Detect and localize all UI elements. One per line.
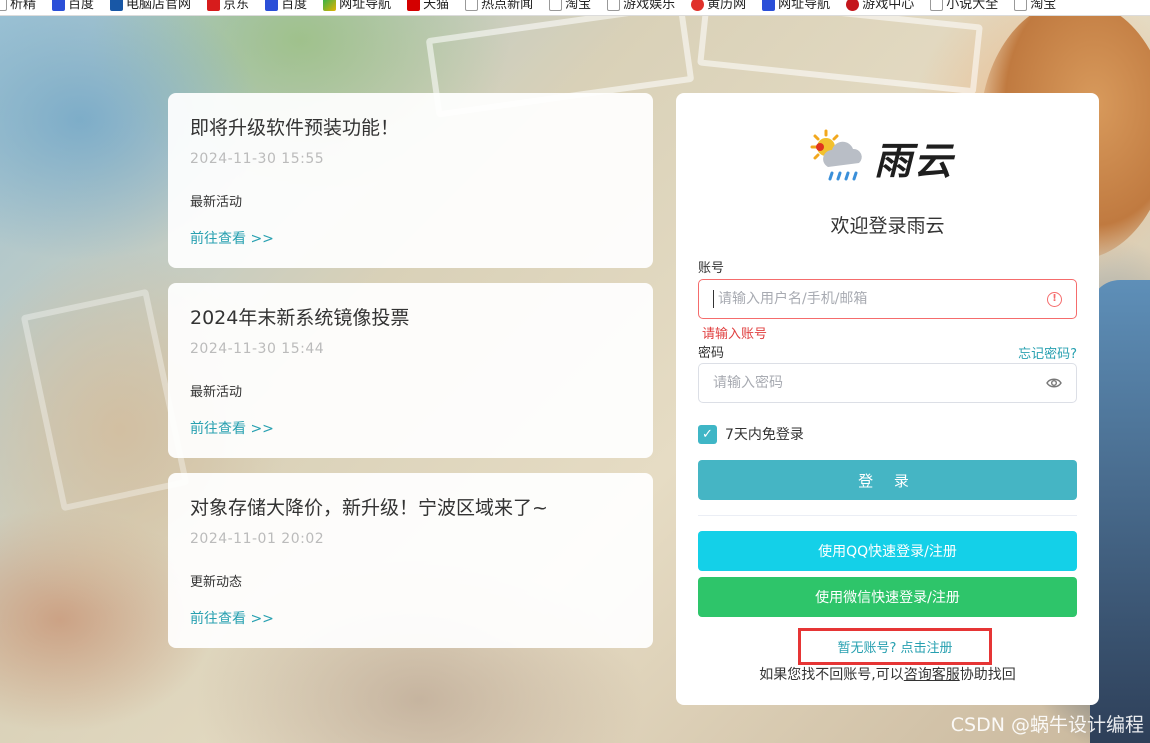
brand-name: 雨云 [874,138,955,183]
page-icon [930,0,944,11]
remember-me-option[interactable]: ✓ 7天内免登录 [698,424,804,444]
account-error-message: 请输入账号 [702,327,768,342]
password-field[interactable] [698,363,1077,403]
background-character-jacket [1090,280,1150,743]
register-link[interactable]: 暂无账号? 点击注册 [837,637,952,656]
bookmark-item[interactable]: 百度 [265,0,307,13]
login-button[interactable]: 登 录 [698,460,1077,500]
welcome-title: 欢迎登录雨云 [830,215,945,237]
bookmark-item[interactable]: 淘宝 [1014,0,1056,13]
account-recovery-text: 如果您找不回账号,可以咨询客服协助找回 [759,667,1016,683]
page-icon [465,0,479,11]
bookmark-item[interactable]: 热点新闻 [465,0,533,13]
news-category: 最新活动 [190,195,243,210]
account-field[interactable]: ! [698,279,1077,319]
news-title[interactable]: 对象存储大降价，新升级！宁波区域来了~ [190,495,631,521]
page-icon [607,0,621,11]
pc-icon [110,0,124,11]
divider [698,515,1077,516]
bookmark-item[interactable]: 黄历网 [691,0,746,13]
baidu-icon [265,0,279,11]
password-input[interactable] [713,375,1046,391]
news-card: 2024年末新系统镜像投票 2024-11-30 15:44 最新活动 前往查看… [168,283,653,458]
baidu-icon [762,0,776,11]
page-icon [0,0,7,11]
baidu-icon [52,0,66,11]
news-category: 更新动态 [190,575,243,590]
news-title[interactable]: 2024年末新系统镜像投票 [190,305,631,331]
bookmark-item[interactable]: 游戏中心 [846,0,914,13]
news-date: 2024-11-30 15:44 [190,341,325,357]
news-more-link[interactable]: 前往查看 >> [190,228,631,248]
news-category: 最新活动 [190,385,243,400]
bookmark-item[interactable]: 网址导航 [762,0,830,13]
jin-icon [691,0,705,11]
remember-me-label: 7天内免登录 [725,427,804,443]
remember-me-checkbox[interactable]: ✓ [698,424,717,444]
text-caret [713,290,714,308]
forgot-password-link[interactable]: 忘记密码? [1018,343,1077,362]
news-title[interactable]: 即将升级软件预装功能！ [190,115,631,141]
error-icon: ! [1047,291,1062,307]
tmall-icon [407,0,421,11]
customer-service-link[interactable]: 咨询客服 [904,667,960,683]
bookmark-item[interactable]: 京东 [207,0,249,13]
register-highlight-box: 暂无账号? 点击注册 [798,628,992,665]
jd-icon [207,0,221,11]
bookmark-item[interactable]: 游戏娱乐 [607,0,675,13]
news-card: 即将升级软件预装功能！ 2024-11-30 15:55 最新活动 前往查看 >… [168,93,653,268]
csdn-watermark: CSDN @蜗牛设计编程 [950,714,1144,736]
game-icon [846,0,860,11]
bookmark-item[interactable]: 析精 [0,0,36,13]
bookmark-item[interactable]: 小说大全 [930,0,998,13]
qq-login-button[interactable]: 使用QQ快速登录/注册 [698,531,1077,571]
bookmark-item[interactable]: 电脑店官网 [110,0,191,13]
bookmark-item[interactable]: 网址导航 [323,0,391,13]
nav-icon [323,0,337,11]
news-date: 2024-11-30 15:55 [190,151,325,167]
account-input[interactable] [718,291,1047,307]
brand-logo: 雨云 [808,127,954,187]
news-more-link[interactable]: 前往查看 >> [190,418,631,438]
page-icon [1014,0,1028,11]
background-window-frame [20,288,190,512]
news-date: 2024-11-01 20:02 [190,531,325,547]
bookmark-item[interactable]: 百度 [52,0,94,13]
news-card: 对象存储大降价，新升级！宁波区域来了~ 2024-11-01 20:02 更新动… [168,473,653,648]
page-icon [549,0,563,11]
news-more-link[interactable]: 前往查看 >> [190,608,631,628]
password-label: 密码 [698,346,725,361]
sun-cloud-rain-icon [810,129,862,181]
bookmark-item[interactable]: 天猫 [407,0,449,13]
wechat-login-button[interactable]: 使用微信快速登录/注册 [698,577,1077,617]
bookmarks-bar: 析精 百度 电脑店官网 京东 百度 网址导航 天猫 热点新闻 淘宝 游戏娱乐 黄… [0,0,1150,16]
eye-icon[interactable] [1046,377,1062,389]
login-panel: 雨云 欢迎登录雨云 账号 ! 请输入账号 密码 忘记密码? ✓ 7天内免登录 登… [676,93,1099,705]
bookmark-item[interactable]: 淘宝 [549,0,591,13]
account-label: 账号 [698,261,725,276]
